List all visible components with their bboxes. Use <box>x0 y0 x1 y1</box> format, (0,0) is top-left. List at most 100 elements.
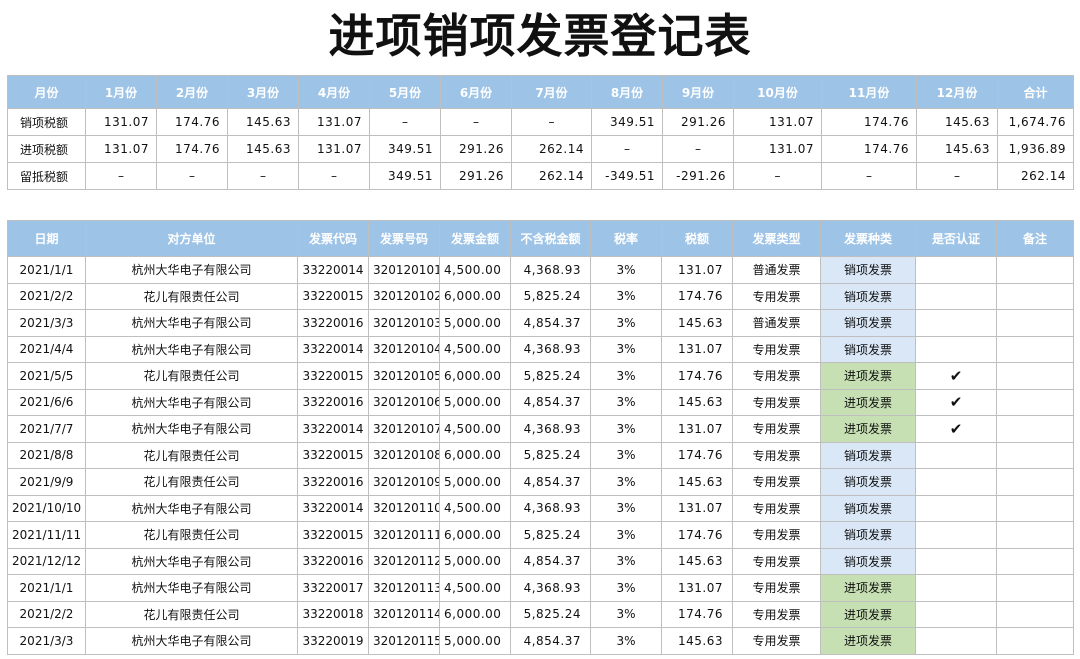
certified-cell[interactable] <box>915 521 997 549</box>
counterparty-cell[interactable]: 杭州大华电子有限公司 <box>85 415 298 443</box>
counterparty-cell[interactable]: 花儿有限责任公司 <box>85 468 298 496</box>
counterparty-cell[interactable]: 花儿有限责任公司 <box>85 362 298 390</box>
tax-rate-cell[interactable]: 3% <box>590 282 662 310</box>
tax-rate-cell[interactable]: 3% <box>590 441 662 469</box>
summary-cell[interactable]: – <box>369 108 441 136</box>
remark-cell[interactable] <box>996 388 1074 416</box>
invoice-amount-cell[interactable]: 6,000.00 <box>439 282 511 310</box>
counterparty-cell[interactable]: 杭州大华电子有限公司 <box>85 627 298 655</box>
invoice-number-cell[interactable]: 320120111 <box>368 521 440 549</box>
tax-amount-cell[interactable]: 174.76 <box>661 521 733 549</box>
invoice-code-cell[interactable]: 33220014 <box>297 415 369 443</box>
pretax-amount-cell[interactable]: 4,854.37 <box>510 627 591 655</box>
pretax-amount-cell[interactable]: 4,854.37 <box>510 547 591 575</box>
summary-cell[interactable]: 174.76 <box>821 135 917 163</box>
date-cell[interactable]: 2021/11/11 <box>7 521 86 549</box>
tax-amount-cell[interactable]: 145.63 <box>661 468 733 496</box>
invoice-code-cell[interactable]: 33220017 <box>297 574 369 602</box>
summary-cell[interactable]: 145.63 <box>227 108 299 136</box>
summary-cell[interactable]: – <box>821 162 917 190</box>
invoice-number-cell[interactable]: 320120107 <box>368 415 440 443</box>
invoice-number-cell[interactable]: 320120110 <box>368 494 440 522</box>
tax-rate-cell[interactable]: 3% <box>590 362 662 390</box>
remark-cell[interactable] <box>996 415 1074 443</box>
remark-cell[interactable] <box>996 574 1074 602</box>
invoice-amount-cell[interactable]: 4,500.00 <box>439 335 511 363</box>
summary-cell[interactable]: 262.14 <box>511 162 592 190</box>
summary-cell[interactable]: 291.26 <box>440 162 512 190</box>
remark-cell[interactable] <box>996 627 1074 655</box>
summary-cell[interactable]: 145.63 <box>916 108 998 136</box>
summary-cell[interactable]: – <box>511 108 592 136</box>
invoice-type-cell[interactable]: 专用发票 <box>732 600 821 628</box>
counterparty-cell[interactable]: 花儿有限责任公司 <box>85 600 298 628</box>
certified-cell[interactable]: ✔ <box>915 388 997 416</box>
date-cell[interactable]: 2021/3/3 <box>7 309 86 337</box>
tax-rate-cell[interactable]: 3% <box>590 415 662 443</box>
certified-cell[interactable] <box>915 547 997 575</box>
invoice-code-cell[interactable]: 33220015 <box>297 521 369 549</box>
date-cell[interactable]: 2021/1/1 <box>7 256 86 284</box>
remark-cell[interactable] <box>996 468 1074 496</box>
invoice-kind-cell[interactable]: 销项发票 <box>820 547 916 575</box>
invoice-kind-cell[interactable]: 进项发票 <box>820 415 916 443</box>
summary-cell[interactable]: 131.07 <box>733 108 822 136</box>
pretax-amount-cell[interactable]: 5,825.24 <box>510 521 591 549</box>
tax-amount-cell[interactable]: 174.76 <box>661 600 733 628</box>
summary-cell[interactable]: -349.51 <box>591 162 663 190</box>
tax-rate-cell[interactable]: 3% <box>590 494 662 522</box>
invoice-amount-cell[interactable]: 5,000.00 <box>439 309 511 337</box>
summary-cell[interactable]: 145.63 <box>227 135 299 163</box>
date-cell[interactable]: 2021/1/1 <box>7 574 86 602</box>
summary-cell[interactable]: 349.51 <box>369 135 441 163</box>
summary-cell[interactable]: – <box>85 162 157 190</box>
invoice-type-cell[interactable]: 专用发票 <box>732 335 821 363</box>
date-cell[interactable]: 2021/6/6 <box>7 388 86 416</box>
tax-amount-cell[interactable]: 131.07 <box>661 574 733 602</box>
summary-cell[interactable]: – <box>227 162 299 190</box>
invoice-kind-cell[interactable]: 销项发票 <box>820 468 916 496</box>
invoice-code-cell[interactable]: 33220018 <box>297 600 369 628</box>
invoice-kind-cell[interactable]: 进项发票 <box>820 388 916 416</box>
date-cell[interactable]: 2021/2/2 <box>7 282 86 310</box>
pretax-amount-cell[interactable]: 4,368.93 <box>510 494 591 522</box>
tax-amount-cell[interactable]: 174.76 <box>661 282 733 310</box>
invoice-code-cell[interactable]: 33220015 <box>297 441 369 469</box>
tax-amount-cell[interactable]: 131.07 <box>661 335 733 363</box>
summary-cell[interactable]: 174.76 <box>821 108 917 136</box>
summary-cell[interactable]: 174.76 <box>156 135 228 163</box>
date-cell[interactable]: 2021/12/12 <box>7 547 86 575</box>
summary-cell[interactable]: – <box>298 162 370 190</box>
date-cell[interactable]: 2021/2/2 <box>7 600 86 628</box>
remark-cell[interactable] <box>996 441 1074 469</box>
date-cell[interactable]: 2021/4/4 <box>7 335 86 363</box>
pretax-amount-cell[interactable]: 4,368.93 <box>510 335 591 363</box>
date-cell[interactable]: 2021/5/5 <box>7 362 86 390</box>
invoice-code-cell[interactable]: 33220019 <box>297 627 369 655</box>
invoice-code-cell[interactable]: 33220014 <box>297 494 369 522</box>
summary-cell[interactable]: 1,674.76 <box>997 108 1074 136</box>
invoice-kind-cell[interactable]: 销项发票 <box>820 494 916 522</box>
certified-cell[interactable] <box>915 256 997 284</box>
summary-cell[interactable]: – <box>440 108 512 136</box>
invoice-code-cell[interactable]: 33220015 <box>297 282 369 310</box>
invoice-type-cell[interactable]: 专用发票 <box>732 627 821 655</box>
invoice-code-cell[interactable]: 33220016 <box>297 547 369 575</box>
tax-amount-cell[interactable]: 145.63 <box>661 309 733 337</box>
tax-rate-cell[interactable]: 3% <box>590 256 662 284</box>
invoice-number-cell[interactable]: 320120114 <box>368 600 440 628</box>
invoice-number-cell[interactable]: 320120105 <box>368 362 440 390</box>
summary-cell[interactable]: 291.26 <box>662 108 734 136</box>
invoice-kind-cell[interactable]: 销项发票 <box>820 335 916 363</box>
invoice-amount-cell[interactable]: 4,500.00 <box>439 256 511 284</box>
invoice-number-cell[interactable]: 320120113 <box>368 574 440 602</box>
counterparty-cell[interactable]: 花儿有限责任公司 <box>85 441 298 469</box>
remark-cell[interactable] <box>996 309 1074 337</box>
invoice-amount-cell[interactable]: 4,500.00 <box>439 415 511 443</box>
pretax-amount-cell[interactable]: 4,854.37 <box>510 388 591 416</box>
certified-cell[interactable] <box>915 282 997 310</box>
summary-cell[interactable]: 131.07 <box>85 135 157 163</box>
certified-cell[interactable] <box>915 468 997 496</box>
certified-cell[interactable] <box>915 627 997 655</box>
pretax-amount-cell[interactable]: 4,854.37 <box>510 468 591 496</box>
